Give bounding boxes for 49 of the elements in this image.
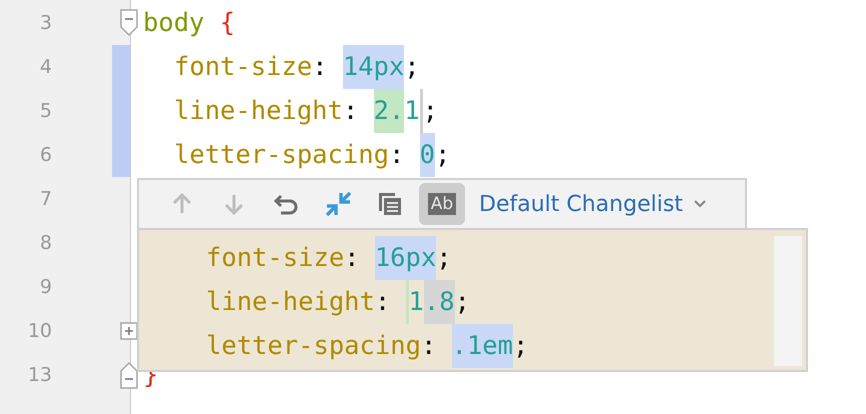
collapse-icon[interactable] bbox=[120, 361, 138, 389]
css-value: 0 bbox=[420, 133, 435, 177]
punctuation: ; bbox=[454, 286, 470, 319]
line-number: 10 bbox=[26, 320, 52, 342]
undo-icon bbox=[273, 192, 299, 216]
arrow-up-icon bbox=[170, 192, 194, 216]
css-value: 1 bbox=[408, 286, 424, 319]
line-number: 9 bbox=[38, 276, 52, 298]
css-property: font-size bbox=[206, 242, 344, 275]
punctuation: : bbox=[374, 286, 390, 319]
punctuation: ; bbox=[422, 95, 438, 128]
changelist-dropdown[interactable]: Default Changelist bbox=[479, 192, 707, 216]
css-value: .8 bbox=[424, 280, 455, 324]
punctuation: ; bbox=[434, 139, 450, 172]
line-number: 5 bbox=[38, 100, 52, 122]
punctuation: : bbox=[344, 242, 360, 275]
arrow-down-icon bbox=[222, 192, 246, 216]
punctuation: : bbox=[388, 139, 404, 172]
chevron-down-icon bbox=[692, 199, 707, 209]
expand-icon[interactable] bbox=[120, 322, 138, 340]
highlight-words-button[interactable]: Ab bbox=[419, 183, 465, 225]
css-property: line-height bbox=[174, 95, 343, 128]
punctuation: : bbox=[420, 330, 436, 363]
scrollbar-track[interactable] bbox=[774, 236, 802, 366]
css-value: 16px bbox=[374, 236, 436, 280]
css-property: line-height bbox=[206, 286, 375, 319]
line-number: 3 bbox=[38, 12, 52, 34]
collapse-icon[interactable] bbox=[120, 9, 138, 37]
brace: { bbox=[220, 7, 236, 40]
punctuation: ; bbox=[436, 242, 452, 275]
line-number: 13 bbox=[26, 364, 52, 386]
css-value: 2. bbox=[374, 89, 404, 133]
css-value: 1 bbox=[404, 95, 420, 128]
css-value: 14px bbox=[342, 45, 404, 89]
css-selector: body bbox=[143, 7, 204, 40]
line-number: 8 bbox=[38, 232, 52, 254]
line-number: 6 bbox=[38, 144, 52, 166]
css-property: letter-spacing bbox=[174, 139, 389, 172]
punctuation: : bbox=[312, 51, 328, 84]
arrows-icon bbox=[324, 190, 352, 218]
css-property: letter-spacing bbox=[206, 330, 421, 363]
punctuation: ; bbox=[404, 51, 420, 84]
css-value: .1em bbox=[452, 324, 514, 368]
line-number: 7 bbox=[38, 188, 52, 210]
copy-icon bbox=[377, 191, 403, 217]
punctuation: ; bbox=[513, 330, 528, 363]
punctuation: : bbox=[342, 95, 358, 128]
line-number: 4 bbox=[38, 56, 52, 78]
css-property: font-size bbox=[174, 51, 312, 84]
